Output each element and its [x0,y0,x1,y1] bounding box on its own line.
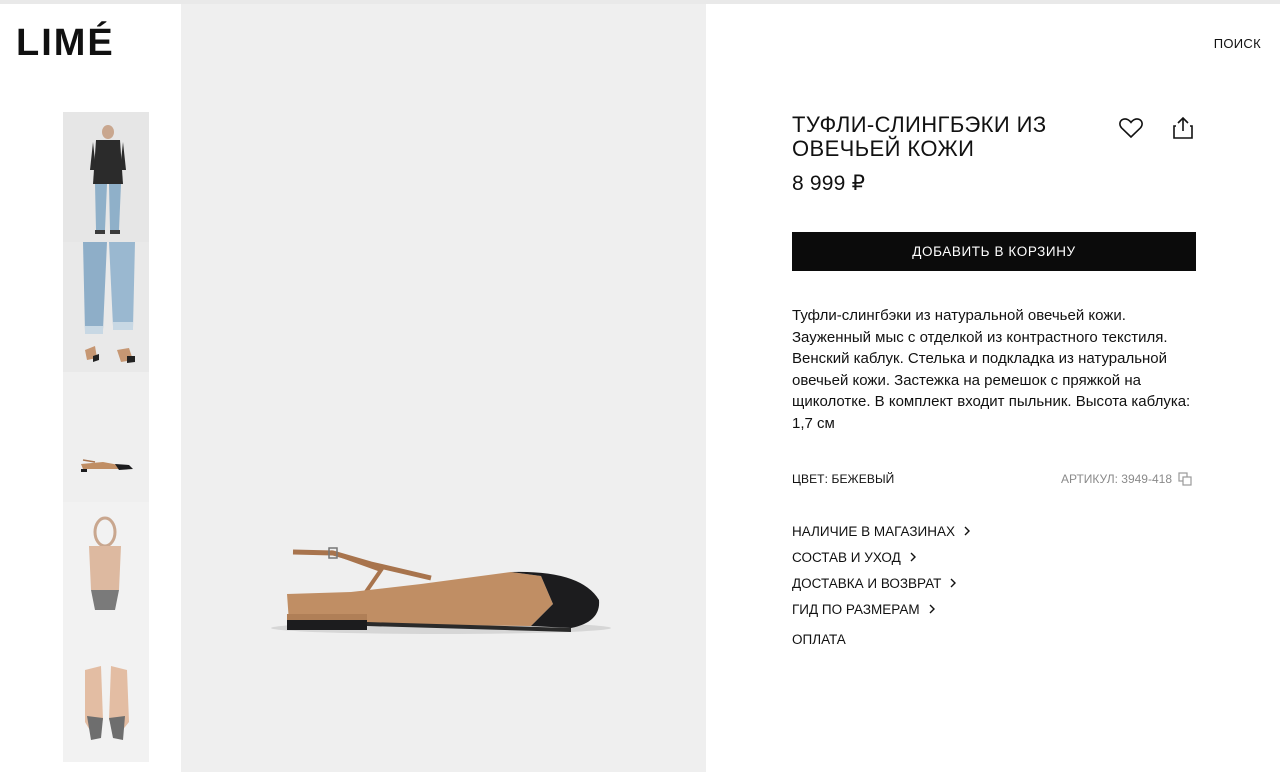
chevron-right-icon [964,526,970,536]
info-links: НАЛИЧИЕ В МАГАЗИНАХ СОСТАВ И УХОД ДОСТАВ… [792,518,971,622]
payment-link[interactable]: ОПЛАТА [792,632,846,647]
thumbnail-shoe-top[interactable] [63,632,149,762]
product-title: ТУФЛИ-СЛИНГБЭКИ ИЗ ОВЕЧЬЕЙ КОЖИ [792,112,1047,161]
chevron-right-icon [910,552,916,562]
heart-icon [1119,118,1143,139]
copy-icon[interactable] [1178,472,1192,486]
link-label: ГИД ПО РАЗМЕРАМ [792,601,920,617]
product-price: 8 999 ₽ [792,172,866,195]
color-label: ЦВЕТ: БЕЖЕВЫЙ [792,472,895,486]
link-label: СОСТАВ И УХОД [792,549,901,565]
share-icon [1173,116,1193,139]
chevron-right-icon [950,578,957,588]
brand-logo[interactable]: LIMÉ [16,24,115,62]
thumbnail-model-full[interactable] [63,112,149,242]
shoe-top-thumb-image [63,632,149,762]
model-legs-thumb-image [63,242,149,372]
shoe-main-image [181,4,706,772]
chevron-right-icon [929,604,935,614]
link-composition-care[interactable]: СОСТАВ И УХОД [792,544,971,570]
sku-label: АРТИКУЛ: 3949-418 [1060,472,1172,486]
shoe-back-thumb-image [63,502,149,632]
thumbnail-model-legs[interactable] [63,242,149,372]
main-product-image[interactable] [181,4,706,772]
add-to-cart-button[interactable]: ДОБАВИТЬ В КОРЗИНУ [792,232,1196,271]
favorite-button[interactable] [1118,116,1144,140]
share-button[interactable] [1172,116,1194,140]
product-info-panel: ТУФЛИ-СЛИНГБЭКИ ИЗ ОВЕЧЬЕЙ КОЖИ 8 999 ₽ … [792,0,1196,772]
thumbnail-shoe-side[interactable] [63,372,149,502]
link-delivery-returns[interactable]: ДОСТАВКА И ВОЗВРАТ [792,570,971,596]
link-size-guide[interactable]: ГИД ПО РАЗМЕРАМ [792,596,971,622]
model-full-body-thumb-image [63,112,149,242]
search-link[interactable]: ПОИСК [1214,36,1261,51]
link-label: ДОСТАВКА И ВОЗВРАТ [792,575,942,591]
link-label: НАЛИЧИЕ В МАГАЗИНАХ [792,523,955,539]
product-description: Туфли-слингбэки из натуральной овечьей к… [792,307,1191,432]
sku-info: АРТИКУЛ: 3949-418 [1061,472,1192,486]
link-store-availability[interactable]: НАЛИЧИЕ В МАГАЗИНАХ [792,518,971,544]
thumbnail-list [63,112,149,772]
thumbnail-shoe-back[interactable] [63,502,149,632]
shoe-side-thumb-image [63,372,149,502]
